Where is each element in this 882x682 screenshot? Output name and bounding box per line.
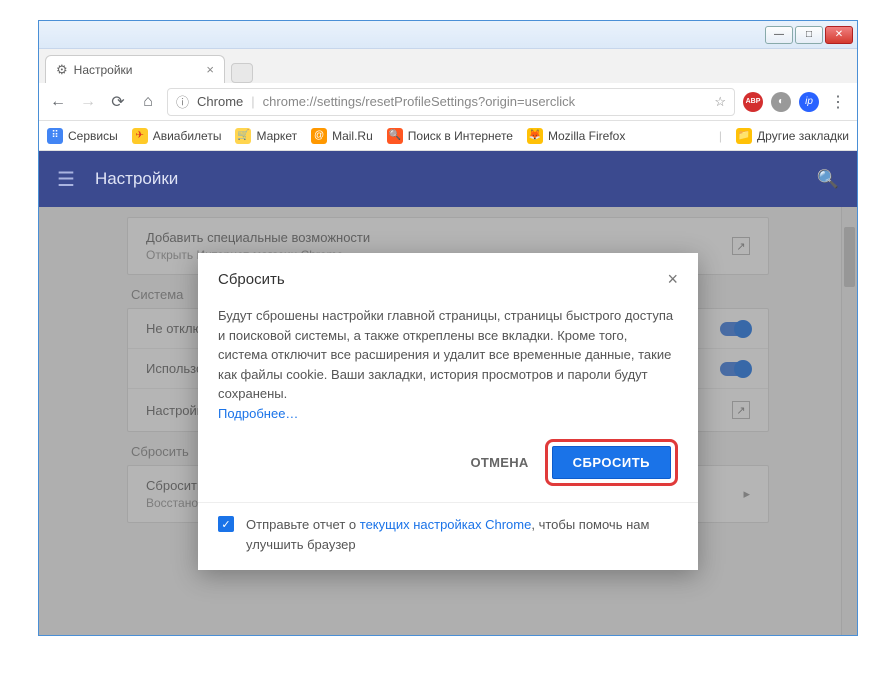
content-area: Добавить специальные возможности Открыть… (39, 207, 857, 635)
settings-header: ☰ Настройки 🔍 (39, 151, 857, 207)
forward-button[interactable]: → (77, 91, 99, 113)
tab-settings[interactable]: ⚙ Настройки × (45, 55, 225, 83)
dialog-title: Сбросить (218, 271, 285, 288)
extension-icon[interactable]: ip (799, 92, 819, 112)
gear-icon: ⚙ (56, 62, 68, 78)
dialog-body-text: Будут сброшены настройки главной страниц… (218, 308, 673, 401)
reset-dialog: Сбросить × Будут сброшены настройки глав… (198, 253, 698, 570)
report-link[interactable]: текущих настройках Chrome (360, 517, 532, 532)
reload-button[interactable]: ⟳ (107, 91, 129, 113)
extension-icon[interactable]: ◐ (771, 92, 791, 112)
tab-close-icon[interactable]: × (206, 62, 214, 77)
tab-title: Настройки (74, 63, 133, 77)
browser-toolbar: ← → ⟳ ⌂ ⓘ Chrome | chrome://settings/res… (39, 83, 857, 121)
bookmark-air[interactable]: ✈Авиабилеты (132, 128, 222, 144)
bookmark-star-icon[interactable]: ☆ (714, 94, 726, 110)
menu-button[interactable]: ⋮ (827, 91, 849, 113)
extension-abp-icon[interactable]: ABP (743, 92, 763, 112)
close-icon[interactable]: × (667, 269, 678, 290)
browser-tabstrip: ⚙ Настройки × (39, 49, 857, 83)
window-frame: — □ ✕ ⚙ Настройки × ← → ⟳ ⌂ ⓘ Chrome | c… (38, 20, 858, 636)
hamburger-icon[interactable]: ☰ (57, 167, 75, 192)
bookmark-search[interactable]: 🔍Поиск в Интернете (387, 128, 513, 144)
window-titlebar: — □ ✕ (39, 21, 857, 49)
page-title: Настройки (95, 169, 178, 189)
reset-button[interactable]: СБРОСИТЬ (552, 446, 671, 479)
bookmark-market[interactable]: 🛒Маркет (235, 128, 297, 144)
home-button[interactable]: ⌂ (137, 91, 159, 113)
search-icon[interactable]: 🔍 (817, 169, 839, 190)
report-checkbox[interactable]: ✓ (218, 516, 234, 532)
info-icon: ⓘ (176, 92, 189, 111)
learn-more-link[interactable]: Подробнее… (218, 406, 298, 421)
back-button[interactable]: ← (47, 91, 69, 113)
url-text: chrome://settings/resetProfileSettings?o… (263, 94, 707, 109)
window-close-button[interactable]: ✕ (825, 26, 853, 44)
url-scheme: Chrome (197, 94, 243, 109)
bookmark-services[interactable]: ⠿Сервисы (47, 128, 118, 144)
window-minimize-button[interactable]: — (765, 26, 793, 44)
bookmark-mail[interactable]: @Mail.Ru (311, 128, 373, 144)
window-maximize-button[interactable]: □ (795, 26, 823, 44)
highlight-annotation: СБРОСИТЬ (545, 439, 678, 486)
new-tab-button[interactable] (231, 63, 253, 83)
bookmark-firefox[interactable]: 🦊Mozilla Firefox (527, 128, 625, 144)
address-bar[interactable]: ⓘ Chrome | chrome://settings/resetProfil… (167, 88, 735, 116)
bookmarks-bar: ⠿Сервисы ✈Авиабилеты 🛒Маркет @Mail.Ru 🔍П… (39, 121, 857, 151)
report-text: Отправьте отчет о текущих настройках Chr… (246, 515, 678, 554)
cancel-button[interactable]: ОТМЕНА (470, 455, 528, 470)
other-bookmarks[interactable]: 📁Другие закладки (736, 128, 849, 144)
